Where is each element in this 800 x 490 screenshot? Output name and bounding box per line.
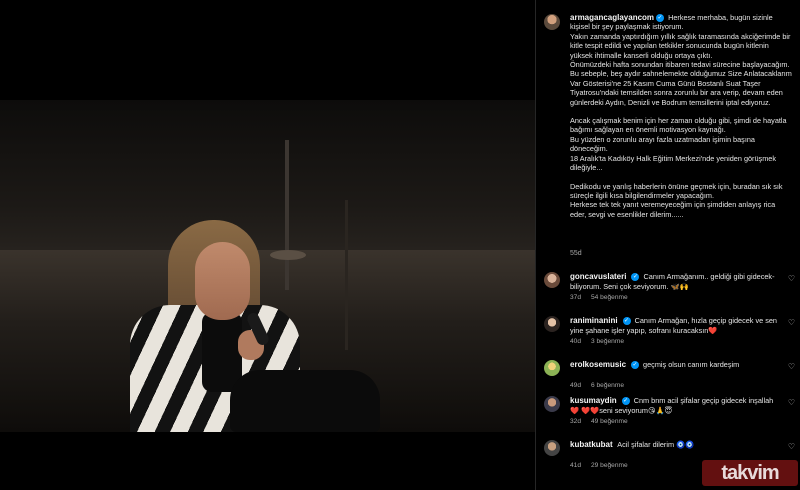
comment-age[interactable]: 40d: [570, 338, 581, 345]
commenter-avatar[interactable]: [544, 360, 560, 376]
comment-body: kubatkubat Acil şifalar dilerim 🧿🧿: [570, 440, 780, 450]
caption-line: Bu sebeple, beş aydır sahnelemekte olduğ…: [570, 69, 792, 107]
performer-face: [195, 242, 250, 320]
verified-badge-icon: ✓: [631, 273, 640, 282]
post-age[interactable]: 55d: [570, 250, 582, 257]
verified-badge-icon: ✓: [622, 317, 631, 326]
commenter-username[interactable]: erolkosemusic: [570, 360, 626, 369]
post-media-area: [0, 0, 535, 490]
post-caption: armagancaglayancom ✓ Herkese merhaba, bug…: [570, 13, 792, 219]
comment-meta: 49d 6 beğenme: [570, 382, 634, 389]
comment-meta: 41d 29 beğenme: [570, 462, 638, 469]
commenter-avatar[interactable]: [544, 272, 560, 288]
post-side-panel: armagancaglayancom ✓ Herkese merhaba, bug…: [535, 0, 800, 490]
comment-meta: 32d 49 beğenme: [570, 418, 638, 425]
like-heart-icon[interactable]: [788, 442, 795, 451]
comment-body: kusumaydin ✓ Cnm bnm acil şifalar geçip g…: [570, 396, 780, 416]
performer-figure: [120, 220, 380, 432]
caption-line: Önümüzdeki hafta sonundan itibaren tedav…: [570, 60, 790, 70]
watermark-logo: takvim: [702, 460, 798, 486]
comment-age[interactable]: 37d: [570, 294, 581, 301]
commenter-username[interactable]: kusumaydin: [570, 396, 617, 405]
caption-gap: [570, 173, 792, 182]
comment-likes[interactable]: 29 beğenme: [591, 462, 628, 469]
caption-line: Herkese tek tek yanıt veremeyeceğim için…: [570, 200, 776, 219]
author-avatar[interactable]: [544, 14, 560, 30]
verified-badge-icon: ✓: [656, 14, 665, 23]
caption-line: Ancak çalışmak benim için her zaman oldu…: [570, 116, 787, 135]
commenter-username[interactable]: goncavuslateri: [570, 272, 626, 281]
performer-legs: [230, 370, 380, 432]
verified-badge-icon: ✓: [631, 361, 640, 370]
comment-body: erolkosemusic ✓ geçmiş olsun canım kardeş…: [570, 360, 780, 370]
comment-body: raniminanini ✓ Canım Armağan, hızla geçip…: [570, 316, 780, 336]
comment-likes[interactable]: 54 beğenme: [591, 294, 628, 301]
caption-line: 18 Aralık'ta Kadıköy Halk Eğitim Merkezi…: [570, 153, 776, 173]
commenter-username[interactable]: kubatkubat: [570, 440, 613, 449]
commenter-avatar[interactable]: [544, 440, 560, 456]
commenter-username[interactable]: raniminanini: [570, 316, 618, 325]
caption-line: Yakın zamanda yaptırdığım yıllık sağlık …: [570, 31, 791, 60]
comment-age[interactable]: 49d: [570, 382, 581, 389]
verified-badge-icon: ✓: [621, 397, 630, 406]
comment-likes[interactable]: 6 beğenme: [591, 382, 624, 389]
like-heart-icon[interactable]: [788, 362, 795, 371]
post-photo[interactable]: [0, 100, 535, 432]
comment-age[interactable]: 32d: [570, 418, 581, 425]
comment-age[interactable]: 41d: [570, 462, 581, 469]
comment-likes[interactable]: 3 beğenme: [591, 338, 624, 345]
comment-text: geçmiş olsun canım kardeşim: [641, 360, 740, 369]
caption-line: Dedikodu ve yanlış haberlerin önüne geçm…: [570, 181, 783, 200]
like-heart-icon[interactable]: [788, 274, 795, 283]
caption-gap: [570, 107, 792, 116]
commenter-avatar[interactable]: [544, 316, 560, 332]
comment-body: goncavuslateri ✓ Canım Armağanım.. geldiğ…: [570, 272, 780, 292]
comment-meta: 40d 3 beğenme: [570, 338, 634, 345]
commenter-avatar[interactable]: [544, 396, 560, 412]
like-heart-icon[interactable]: [788, 318, 795, 327]
caption-line: Bu yüzden o zorunlu arayı fazla uzatmada…: [570, 134, 755, 154]
like-heart-icon[interactable]: [788, 398, 795, 407]
comment-text: Acil şifalar dilerim 🧿🧿: [615, 440, 695, 449]
comment-meta: 37d 54 beğenme: [570, 294, 638, 301]
author-username[interactable]: armagancaglayancom: [570, 13, 654, 22]
comment-likes[interactable]: 49 beğenme: [591, 418, 628, 425]
